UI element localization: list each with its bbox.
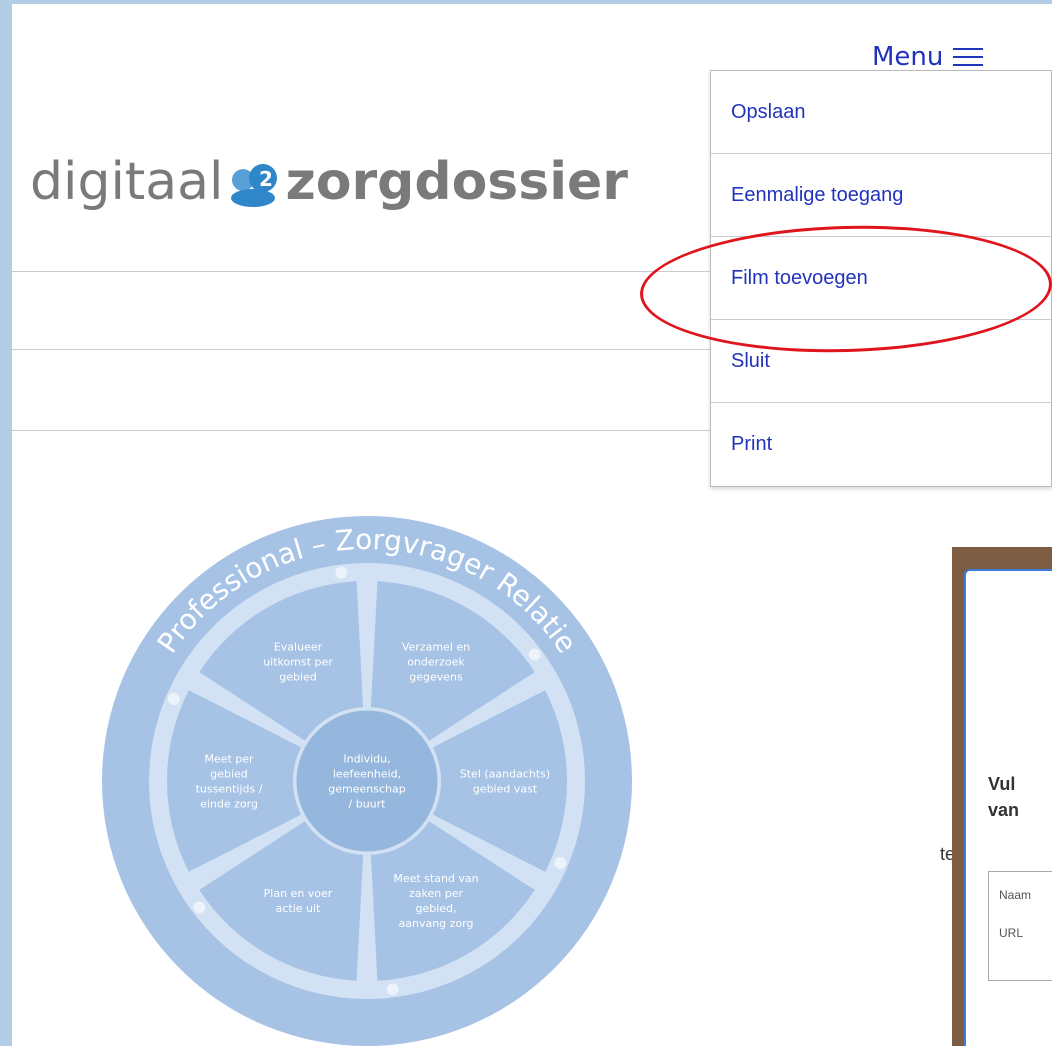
menu-button[interactable]: Menu [872, 42, 984, 72]
segment-label: Stel (aandachts) [460, 768, 550, 781]
segment-label: gebied, [415, 902, 456, 915]
name-field-label: Naam [999, 888, 1032, 902]
segment-label: gebied vast [473, 783, 538, 796]
segment-label: Meet stand van [393, 872, 478, 885]
cycle-arrow-icon [335, 566, 348, 579]
hamburger-icon [953, 48, 984, 66]
center-label-line: / buurt [349, 798, 387, 811]
cycle-arrow-icon [193, 901, 206, 914]
dialog-instructions: Vul van [988, 771, 1019, 823]
segment-label: gebied [210, 768, 248, 781]
center-circle [293, 707, 441, 855]
menu-item-opslaan[interactable]: Opslaan [711, 71, 1051, 154]
segment-label: uitkomst per [263, 655, 333, 668]
segment-label: tussentijds / [196, 783, 263, 796]
svg-text:2: 2 [259, 167, 273, 191]
segment-label: Evalueer [274, 640, 323, 653]
center-label-line: gemeenschap [328, 783, 405, 796]
dialog-text-line: Vul [988, 774, 1016, 794]
segment-label: einde zorg [200, 798, 258, 811]
add-film-dialog: Vul van Naam URL [964, 569, 1052, 1046]
page: Menu digitaal 2 zorgdossier Professional… [12, 4, 1052, 1046]
segment-label: actie uit [276, 902, 321, 915]
center-label-line: leefeenheid, [333, 768, 401, 781]
segment-label: gegevens [409, 670, 463, 683]
cycle-arrow-icon [386, 983, 399, 996]
menu-item-sluit[interactable]: Sluit [711, 320, 1051, 403]
person-icon: 2 [231, 164, 278, 207]
segment-label: Plan en voer [264, 887, 333, 900]
logo-text-bold: zorgdossier [285, 152, 628, 212]
segment-label: aanvang zorg [399, 917, 474, 930]
segment-label: zaken per [409, 887, 463, 900]
menu-item-print[interactable]: Print [711, 403, 1051, 486]
dialog-text-line: van [988, 800, 1020, 820]
menu-label: Menu [872, 42, 944, 72]
logo-text-light: digitaal [30, 152, 224, 212]
film-form: Naam URL [988, 871, 1052, 981]
cycle-arrow-icon [554, 857, 567, 870]
segment-label: onderzoek [407, 655, 465, 668]
menu-dropdown: Opslaan Eenmalige toegang Film toevoegen… [710, 70, 1052, 487]
menu-item-eenmalige-toegang[interactable]: Eenmalige toegang [711, 154, 1051, 237]
segment-label: Verzamel en [402, 640, 470, 653]
site-logo[interactable]: digitaal 2 zorgdossier [30, 152, 628, 212]
cycle-arrow-icon [528, 648, 541, 661]
center-label-line: Individu, [343, 753, 390, 766]
cycle-arrow-icon [167, 692, 180, 705]
segment-label: gebied [279, 670, 317, 683]
menu-item-film-toevoegen[interactable]: Film toevoegen [711, 237, 1051, 320]
segment-label: Meet per [204, 753, 254, 766]
care-cycle-diagram: Professional – Zorgvrager Relatie Indivi… [102, 516, 632, 1046]
url-field-label: URL [999, 926, 1024, 940]
